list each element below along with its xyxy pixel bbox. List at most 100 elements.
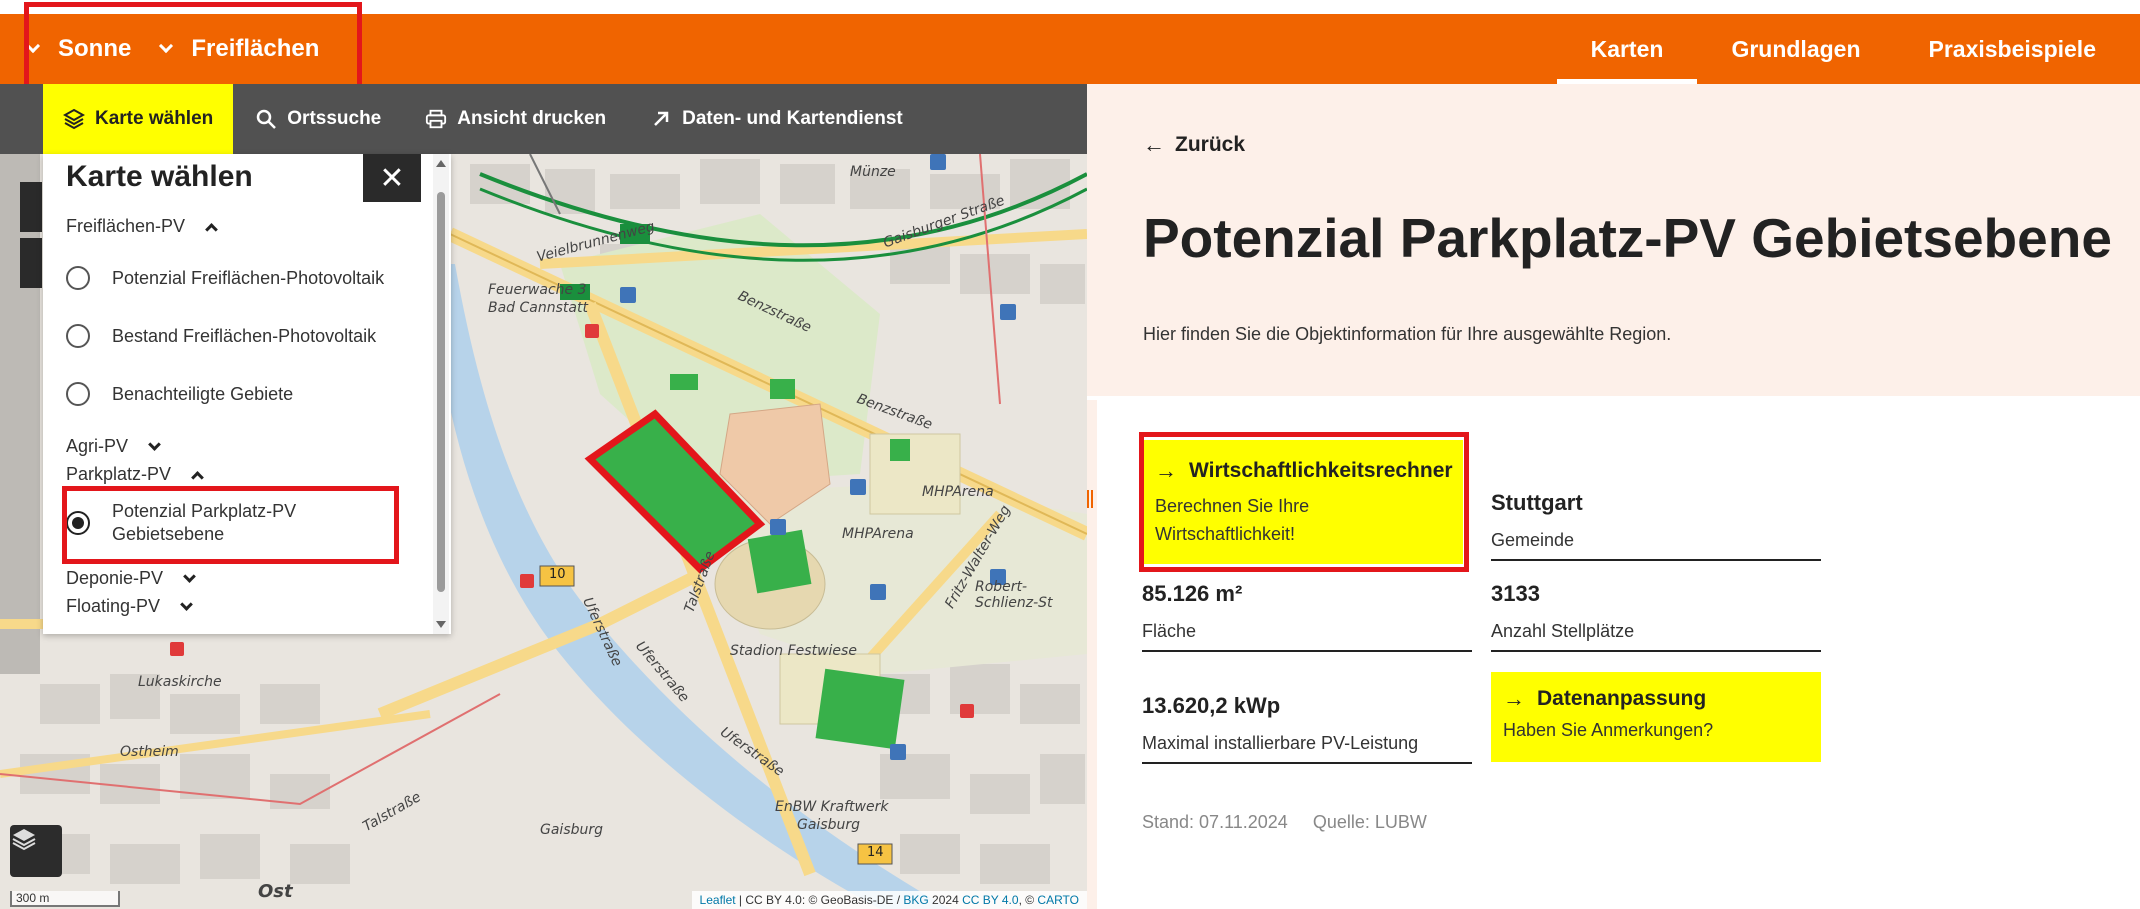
attribution-text: , © xyxy=(1018,893,1038,907)
ortssuche-label: Ortssuche xyxy=(287,108,382,129)
nav-praxisbeispiele[interactable]: Praxisbeispiele xyxy=(1895,14,2131,84)
map-label: Gaisburg xyxy=(540,822,604,838)
bkg-link[interactable]: BKG xyxy=(903,893,928,907)
option-label: Bestand Freiflächen-Photovoltaik xyxy=(112,325,377,346)
layers-icon xyxy=(63,108,85,130)
scrollbar-thumb[interactable] xyxy=(437,192,445,592)
resize-handle-icon[interactable] xyxy=(1087,490,1093,508)
map-label: MHPArena xyxy=(842,526,914,542)
map-label: Lukaskirche xyxy=(138,674,222,690)
option-label: Benachteiligte Gebiete xyxy=(112,383,294,404)
stand-text: Stand: 07.11.2024 xyxy=(1142,812,1288,832)
group-label: Floating-PV xyxy=(66,596,161,616)
metric-stellplaetze: 3133 Anzahl Stellplätze xyxy=(1491,581,1821,652)
radio-button[interactable] xyxy=(66,324,90,348)
map-label: Robert-Schlienz-St xyxy=(975,579,1053,611)
group-freiflaechen-pv[interactable]: Freiflächen-PV xyxy=(66,216,218,237)
group-parkplatz-pv[interactable]: Parkplatz-PV xyxy=(66,464,204,485)
ortssuche-button[interactable]: Ortssuche xyxy=(233,84,403,154)
map-label: Münze xyxy=(850,164,896,180)
daten-kartendienst-button[interactable]: Daten- und Kartendienst xyxy=(628,84,925,154)
karte-waehlen-button[interactable]: Karte wählen xyxy=(43,84,234,154)
nav-karten[interactable]: Karten xyxy=(1556,14,1698,84)
group-floating-pv[interactable]: Floating-PV xyxy=(66,596,193,617)
group-label: Parkplatz-PV xyxy=(66,464,172,484)
group-label: Deponie-PV xyxy=(66,568,164,588)
zoom-out-button[interactable] xyxy=(20,238,42,288)
panel-scrollbar[interactable] xyxy=(433,154,449,634)
attribution-text: 2024 xyxy=(928,893,963,907)
pane-divider xyxy=(1087,400,1097,909)
group-agri-pv[interactable]: Agri-PV xyxy=(66,436,161,457)
datenanpassung-card[interactable]: → Datenanpassung Haben Sie Anmerkungen? xyxy=(1491,672,1821,762)
metric-label: Anzahl Stellplätze xyxy=(1491,621,1635,641)
leaflet-link[interactable]: Leaflet xyxy=(700,893,736,907)
map-scale: 300 m xyxy=(10,891,120,907)
back-button[interactable]: ← Zurück xyxy=(1143,132,1245,158)
metric-flaeche: 85.126 m² Fläche xyxy=(1142,581,1472,652)
back-label: Zurück xyxy=(1175,133,1246,156)
printer-icon xyxy=(425,108,447,130)
chevron-up-icon xyxy=(191,471,204,484)
highlight-box-card xyxy=(1139,432,1469,572)
nav-grundlagen[interactable]: Grundlagen xyxy=(1697,14,1894,84)
group-label: Agri-PV xyxy=(66,436,129,456)
datenanpassung-desc: Haben Sie Anmerkungen? xyxy=(1503,720,1714,740)
map-label: Ostheim xyxy=(120,744,179,760)
layers-control-button[interactable] xyxy=(10,825,62,877)
radio-button[interactable] xyxy=(66,266,90,290)
page-subtitle: Hier finden Sie die Objektinformation fü… xyxy=(1143,324,1672,344)
close-icon: ✕ xyxy=(379,161,405,195)
arrow-right-icon: → xyxy=(1503,686,1525,711)
map-label: Ost xyxy=(258,881,293,902)
highlight-box-nav xyxy=(24,2,362,92)
map-attribution: Leaflet | CC BY 4.0: © GeoBasis-DE / BKG… xyxy=(691,891,1087,909)
radio-button[interactable] xyxy=(66,382,90,406)
map-label: Bad Cannstatt xyxy=(488,300,588,316)
map-label: Stadion Festwiese xyxy=(730,643,857,659)
layers-icon xyxy=(12,829,36,851)
highlight-box-option xyxy=(62,486,399,564)
chevron-up-icon xyxy=(205,223,218,236)
zoom-in-button[interactable] xyxy=(20,182,42,232)
chevron-down-icon xyxy=(148,438,161,451)
panel-title: Karte wählen xyxy=(66,160,253,193)
map-toolbar: Karte wählen Ortssuche Ansicht drucken D… xyxy=(0,84,1087,154)
search-icon xyxy=(255,108,277,130)
quelle-text: Quelle: LUBW xyxy=(1312,812,1427,832)
route-shield: 14 xyxy=(867,845,884,860)
map-label: Feuerwache 3 xyxy=(488,282,587,298)
page-title: Potenzial Parkplatz-PV Gebietsebene xyxy=(1143,207,2112,269)
metric-value: 3133 xyxy=(1491,581,1540,606)
map-zoom-controls xyxy=(0,176,43,288)
scroll-up-icon[interactable] xyxy=(436,160,446,167)
option-label: Potenzial Freiflächen-Photovoltaik xyxy=(112,267,385,288)
metric-gemeinde: Stuttgart Gemeinde xyxy=(1491,490,1821,561)
scroll-down-icon[interactable] xyxy=(436,621,446,628)
daten-kartendienst-label: Daten- und Kartendienst xyxy=(682,108,903,129)
info-header: ← Zurück Potenzial Parkplatz-PV Gebietse… xyxy=(1087,84,2140,396)
route-shield: 10 xyxy=(549,567,566,582)
ansicht-drucken-label: Ansicht drucken xyxy=(457,108,607,129)
chevron-down-icon xyxy=(180,598,193,611)
arrow-up-right-icon xyxy=(650,108,672,130)
metric-label: Fläche xyxy=(1142,621,1197,641)
arrow-left-icon: ← xyxy=(1143,132,1165,157)
group-label: Freiflächen-PV xyxy=(66,216,186,236)
info-footer: Stand: 07.11.2024 Quelle: LUBW xyxy=(1142,812,1447,833)
metric-label: Gemeinde xyxy=(1491,530,1575,550)
option-bestand-freiflaechen[interactable]: Bestand Freiflächen-Photovoltaik xyxy=(66,324,376,348)
metric-value: 85.126 m² xyxy=(1142,581,1243,606)
metric-value: 13.620,2 kWp xyxy=(1142,693,1281,718)
ansicht-drucken-button[interactable]: Ansicht drucken xyxy=(403,84,628,154)
map-label: EnBW Kraftwerk xyxy=(775,799,889,815)
carto-link[interactable]: CARTO xyxy=(1037,893,1079,907)
chevron-down-icon xyxy=(183,570,196,583)
option-benachteiligte-gebiete[interactable]: Benachteiligte Gebiete xyxy=(66,382,293,406)
option-potenzial-freiflaechen[interactable]: Potenzial Freiflächen-Photovoltaik xyxy=(66,266,384,290)
close-panel-button[interactable]: ✕ xyxy=(363,154,421,202)
card-title: → Datenanpassung xyxy=(1503,686,1809,712)
ccby-link[interactable]: CC BY 4.0 xyxy=(962,893,1018,907)
metric-pv-leistung: 13.620,2 kWp Maximal installierbare PV-L… xyxy=(1142,693,1472,764)
group-deponie-pv[interactable]: Deponie-PV xyxy=(66,568,196,589)
